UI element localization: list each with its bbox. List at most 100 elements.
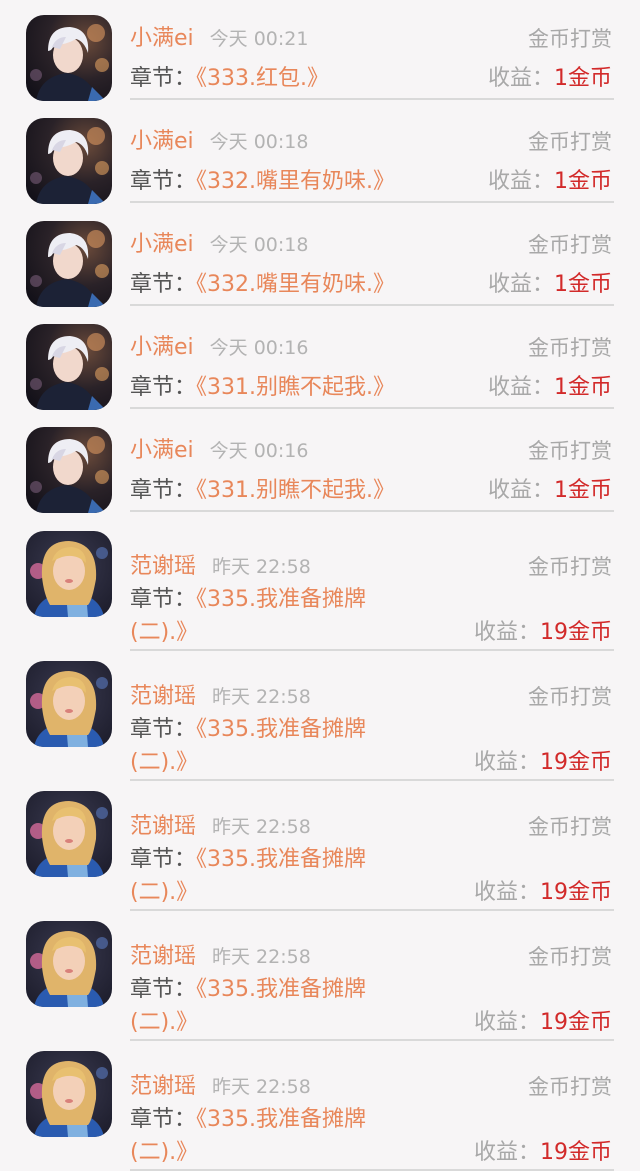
reward-type: 金币打赏 bbox=[528, 336, 612, 360]
income-value: 1金币 bbox=[554, 66, 612, 91]
income-label: 收益： bbox=[473, 1140, 540, 1165]
reward-type: 金币打赏 bbox=[528, 685, 612, 709]
record-time: 昨天 22:58 bbox=[212, 556, 311, 578]
chapter-line-continued: (二).》 收益：19金币 bbox=[130, 747, 612, 779]
reward-record-row[interactable]: 小满ei 今天 00:18 金币打赏 章节：《332.嘴里有奶味.》 收益：1金币 bbox=[0, 212, 640, 315]
income-value: 1金币 bbox=[554, 169, 612, 194]
record-header: 范谢瑶 昨天 22:58 金币打赏 bbox=[130, 681, 612, 713]
record-header: 范谢瑶 昨天 22:58 金币打赏 bbox=[130, 811, 612, 843]
chapter-title[interactable]: 《335.我准备摊牌 bbox=[196, 977, 366, 1002]
chapter-line: 章节：《332.嘴里有奶味.》 收益：1金币 bbox=[130, 269, 612, 301]
chapter-title[interactable]: 《335.我准备摊牌 bbox=[196, 717, 366, 742]
user-name[interactable]: 范谢瑶 bbox=[130, 1074, 196, 1099]
record-header: 小满ei 今天 00:21 金币打赏 bbox=[130, 23, 612, 55]
chapter-line-continued: (二).》 收益：19金币 bbox=[130, 617, 612, 649]
chapter-title[interactable]: 《335.我准备摊牌 bbox=[196, 587, 366, 612]
income-label: 收益： bbox=[487, 478, 554, 503]
user-name[interactable]: 范谢瑶 bbox=[130, 684, 196, 709]
reward-record-row[interactable]: 范谢瑶 昨天 22:58 金币打赏 章节：《335.我准备摊牌 (二).》 收益：19金币 bbox=[0, 1041, 640, 1171]
reward-record-row[interactable]: 小满ei 今天 00:16 金币打赏 章节：《331.别瞧不起我.》 收益：1金币 bbox=[0, 418, 640, 521]
user-name[interactable]: 小满ei bbox=[130, 335, 194, 360]
user-name[interactable]: 范谢瑶 bbox=[130, 814, 196, 839]
chapter-title[interactable]: 《335.我准备摊牌 bbox=[196, 847, 366, 872]
record-header: 范谢瑶 昨天 22:58 金币打赏 bbox=[130, 1071, 612, 1103]
avatar[interactable] bbox=[26, 921, 112, 1007]
reward-record-row[interactable]: 范谢瑶 昨天 22:58 金币打赏 章节：《335.我准备摊牌 (二).》 收益：19金币 bbox=[0, 521, 640, 651]
user-name[interactable]: 小满ei bbox=[130, 438, 194, 463]
chapter-title[interactable]: 《333.红包.》 bbox=[196, 66, 329, 91]
chapter-label: 章节： bbox=[130, 66, 197, 91]
chapter-label: 章节： bbox=[130, 977, 197, 1002]
chapter-line: 章节：《332.嘴里有奶味.》 收益：1金币 bbox=[130, 166, 612, 198]
record-header: 范谢瑶 昨天 22:58 金币打赏 bbox=[130, 941, 612, 973]
row-divider bbox=[130, 510, 614, 512]
avatar[interactable] bbox=[26, 324, 112, 410]
income-label: 收益： bbox=[487, 169, 554, 194]
avatar[interactable] bbox=[26, 661, 112, 747]
income: 收益：19金币 bbox=[474, 747, 612, 779]
user-name[interactable]: 小满ei bbox=[130, 232, 194, 257]
avatar[interactable] bbox=[26, 221, 112, 307]
avatar[interactable] bbox=[26, 15, 112, 101]
chapter-line: 章节：《335.我准备摊牌 bbox=[130, 584, 612, 616]
chapter-label: 章节： bbox=[130, 717, 197, 742]
user-name[interactable]: 范谢瑶 bbox=[130, 944, 196, 969]
avatar[interactable] bbox=[26, 118, 112, 204]
reward-record-row[interactable]: 小满ei 今天 00:16 金币打赏 章节：《331.别瞧不起我.》 收益：1金币 bbox=[0, 315, 640, 418]
chapter-line: 章节：《331.别瞧不起我.》 收益：1金币 bbox=[130, 475, 612, 507]
chapter-title[interactable]: 《332.嘴里有奶味.》 bbox=[196, 272, 395, 297]
reward-type: 金币打赏 bbox=[528, 1075, 612, 1099]
income: 收益：19金币 bbox=[474, 877, 612, 909]
chapter-title-continued[interactable]: (二).》 bbox=[130, 880, 198, 905]
income: 收益：19金币 bbox=[474, 1137, 612, 1169]
income-value: 1金币 bbox=[554, 478, 612, 503]
income-value: 19金币 bbox=[540, 750, 612, 775]
reward-record-row[interactable]: 小满ei 今天 00:21 金币打赏章节：《333.红包.》 收益：1金币 bbox=[0, 6, 640, 109]
chapter-label: 章节： bbox=[130, 587, 197, 612]
income: 收益：1金币 bbox=[488, 372, 612, 404]
avatar[interactable] bbox=[26, 1051, 112, 1137]
record-time: 昨天 22:58 bbox=[212, 816, 311, 838]
chapter-line: 章节：《335.我准备摊牌 bbox=[130, 1104, 612, 1136]
record-time: 今天 00:16 bbox=[209, 440, 309, 462]
chapter-line-continued: (二).》 收益：19金币 bbox=[130, 877, 612, 909]
record-time: 今天 00:16 bbox=[209, 337, 309, 359]
chapter-title[interactable]: 《332.嘴里有奶味.》 bbox=[196, 169, 395, 194]
chapter-line: 章节：《331.别瞧不起我.》 收益：1金币 bbox=[130, 372, 612, 404]
chapter-title[interactable]: 《331.别瞧不起我.》 bbox=[196, 375, 395, 400]
income-value: 19金币 bbox=[540, 1140, 612, 1165]
user-name[interactable]: 小满ei bbox=[130, 26, 194, 51]
avatar[interactable] bbox=[26, 427, 112, 513]
reward-record-row[interactable]: 范谢瑶 昨天 22:58 金币打赏章节：《335.我准备摊牌 (二).》 收益：19金币 bbox=[0, 651, 640, 781]
income-value: 1金币 bbox=[554, 375, 612, 400]
record-time: 今天 00:21 bbox=[209, 28, 309, 50]
reward-record-row[interactable]: 范谢瑶 昨天 22:58 金币打赏 章节：《335.我准备摊牌 (二).》 收益：19金币 bbox=[0, 911, 640, 1041]
avatar[interactable] bbox=[26, 791, 112, 877]
user-name[interactable]: 范谢瑶 bbox=[130, 554, 196, 579]
record-header: 小满ei 今天 00:16 金币打赏 bbox=[130, 332, 612, 364]
avatar[interactable] bbox=[26, 531, 112, 617]
chapter-line: 章节：《333.红包.》 收益：1金币 bbox=[130, 63, 612, 95]
reward-record-row[interactable]: 小满ei 今天 00:18 金币打赏 章节：《332.嘴里有奶味.》 收益：1金币 bbox=[0, 109, 640, 212]
reward-type: 金币打赏 bbox=[528, 130, 612, 154]
row-divider bbox=[130, 201, 614, 203]
chapter-label: 章节： bbox=[130, 272, 197, 297]
record-time: 今天 00:18 bbox=[209, 131, 309, 153]
chapter-title-continued[interactable]: (二).》 bbox=[130, 1140, 198, 1165]
reward-type: 金币打赏 bbox=[528, 555, 612, 579]
chapter-title-continued[interactable]: (二).》 bbox=[130, 750, 198, 775]
income-value: 19金币 bbox=[540, 1010, 612, 1035]
chapter-label: 章节： bbox=[130, 1107, 197, 1132]
chapter-title-continued[interactable]: (二).》 bbox=[130, 1010, 198, 1035]
row-divider bbox=[130, 407, 614, 409]
chapter-title[interactable]: 《335.我准备摊牌 bbox=[196, 1107, 366, 1132]
chapter-title-continued[interactable]: (二).》 bbox=[130, 620, 198, 645]
income: 收益：1金币 bbox=[488, 269, 612, 301]
reward-type: 金币打赏 bbox=[528, 27, 612, 51]
reward-record-row[interactable]: 范谢瑶 昨天 22:58 金币打赏 章节：《335.我准备摊牌 (二).》 收益：19金币 bbox=[0, 781, 640, 911]
income-label: 收益： bbox=[487, 375, 554, 400]
record-header: 范谢瑶 昨天 22:58 金币打赏 bbox=[130, 551, 612, 583]
income: 收益：1金币 bbox=[488, 63, 612, 95]
chapter-title[interactable]: 《331.别瞧不起我.》 bbox=[196, 478, 395, 503]
user-name[interactable]: 小满ei bbox=[130, 129, 194, 154]
